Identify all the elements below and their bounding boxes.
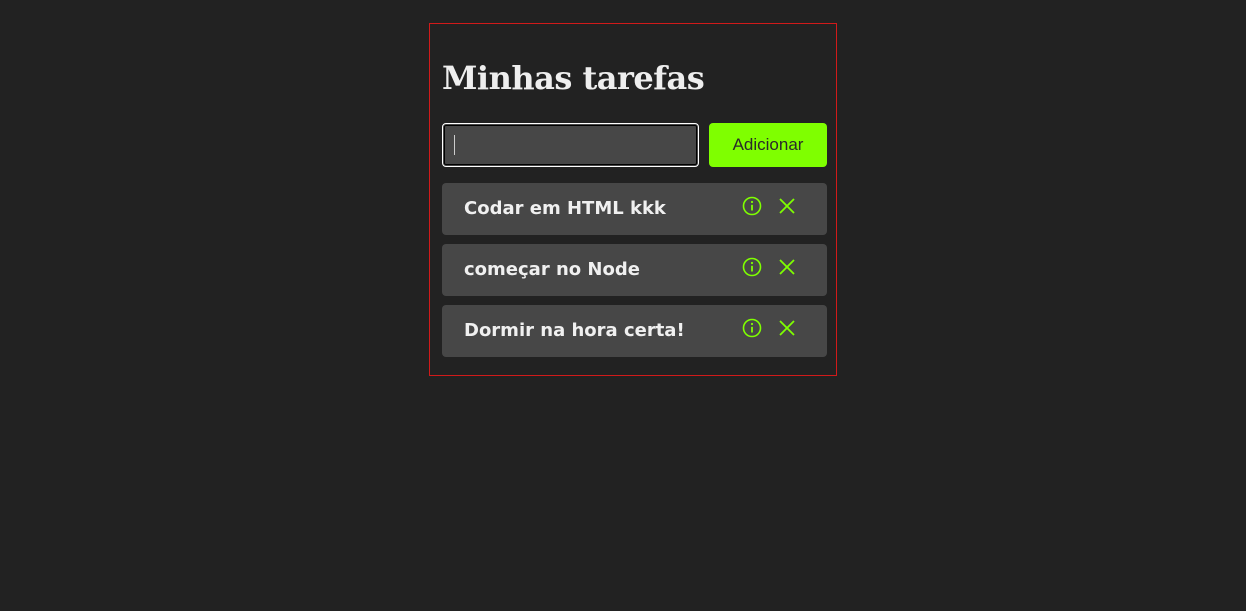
text-caret (454, 135, 455, 155)
task-item: começar no Node (442, 244, 827, 296)
page-title: Minhas tarefas (442, 59, 705, 97)
info-icon[interactable] (742, 257, 762, 277)
task-label: começar no Node (464, 259, 640, 280)
task-item: Dormir na hora certa! (442, 305, 827, 357)
info-icon[interactable] (742, 318, 762, 338)
close-icon[interactable] (778, 197, 796, 215)
task-item: Codar em HTML kkk (442, 183, 827, 235)
add-task-button[interactable]: Adicionar (709, 123, 827, 167)
task-label: Dormir na hora certa! (464, 320, 685, 341)
task-label: Codar em HTML kkk (464, 198, 666, 219)
close-icon[interactable] (778, 258, 796, 276)
info-icon[interactable] (742, 196, 762, 216)
todo-container: Minhas tarefas Adicionar Codar em HTML k… (429, 23, 837, 376)
task-input[interactable] (442, 123, 699, 167)
close-icon[interactable] (778, 319, 796, 337)
